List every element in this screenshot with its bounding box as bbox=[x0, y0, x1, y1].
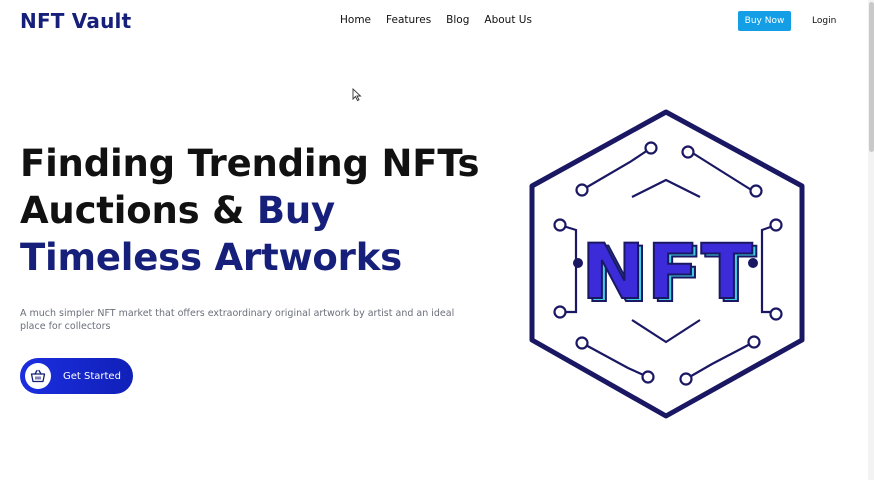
hero-title: Finding Trending NFTs Auctions & Buy Tim… bbox=[20, 140, 500, 281]
nav-features[interactable]: Features bbox=[386, 14, 431, 26]
site-logo[interactable]: NFT Vault bbox=[20, 9, 131, 33]
hero-subtitle: A much simpler NFT market that offers ex… bbox=[20, 308, 455, 332]
login-link[interactable]: Login bbox=[812, 16, 836, 26]
scrollbar-thumb[interactable] bbox=[869, 2, 874, 152]
get-started-label: Get Started bbox=[63, 370, 121, 382]
get-started-button[interactable]: Get Started bbox=[20, 358, 133, 394]
mouse-cursor-icon bbox=[352, 88, 362, 102]
nft-hexagon-illustration: NFT NFT bbox=[529, 109, 805, 419]
main-nav: Home Features Blog About Us bbox=[340, 14, 547, 26]
nft-text: NFT bbox=[581, 227, 754, 316]
nav-about-us[interactable]: About Us bbox=[484, 14, 532, 26]
page-scrollbar[interactable] bbox=[868, 0, 874, 480]
nav-home[interactable]: Home bbox=[340, 14, 371, 26]
nav-blog[interactable]: Blog bbox=[446, 14, 469, 26]
hero-title-main: Finding Trending NFTs Auctions & bbox=[20, 142, 480, 232]
buy-now-button[interactable]: Buy Now bbox=[738, 11, 791, 31]
site-header: NFT Vault Home Features Blog About Us Bu… bbox=[0, 0, 874, 42]
basket-icon bbox=[25, 363, 51, 389]
